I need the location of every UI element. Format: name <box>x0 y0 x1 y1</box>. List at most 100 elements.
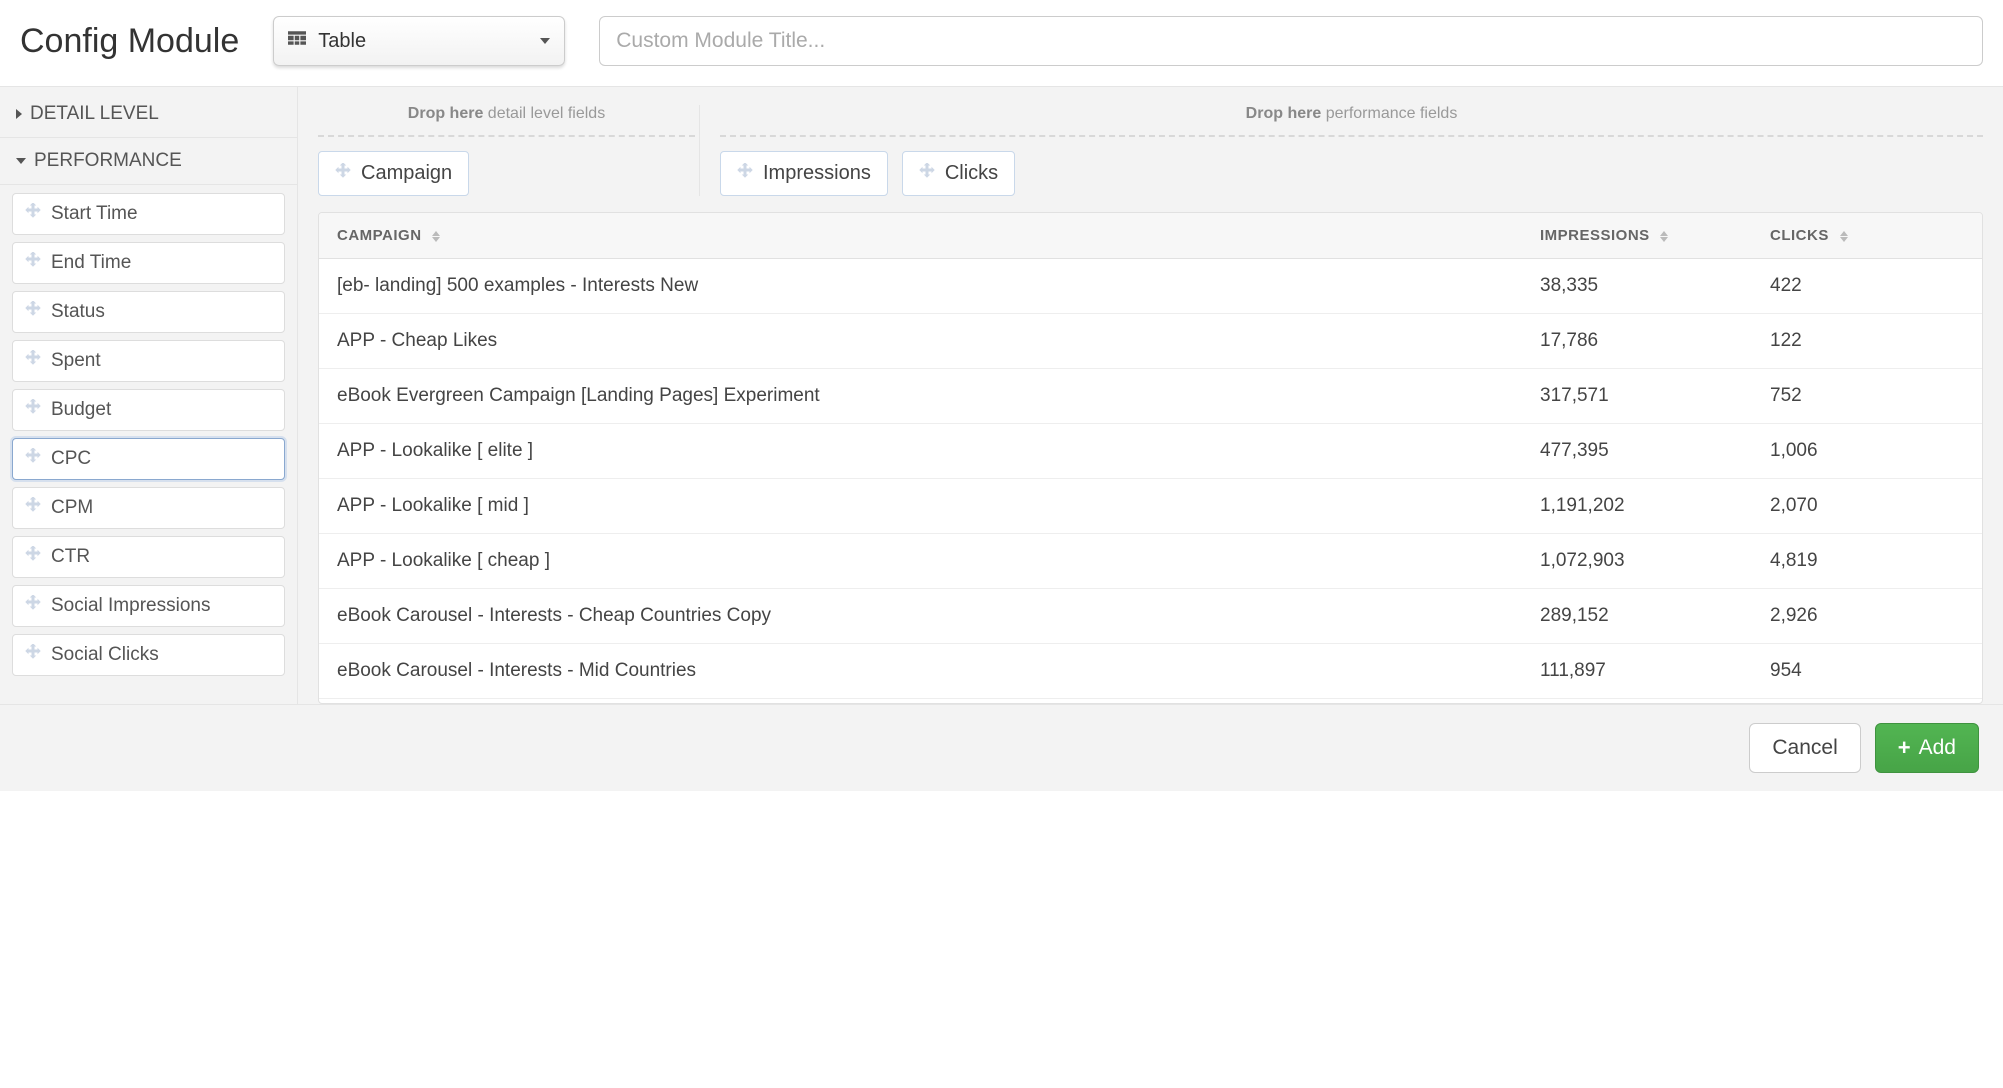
module-type-select[interactable]: Table <box>273 16 565 66</box>
move-icon <box>919 162 935 185</box>
field-pill-label: Social Impressions <box>51 595 210 617</box>
move-icon <box>25 595 41 617</box>
table-row[interactable]: APP - Lookalike [ cheap ]1,072,9034,819 <box>319 534 1982 589</box>
field-pill-label: Social Clicks <box>51 644 159 666</box>
module-type-select-label: Table <box>318 30 366 53</box>
field-pill-label: Spent <box>51 350 101 372</box>
performance-field-list: Start Time End Time Status Spent Budget CPC CP… <box>0 185 297 676</box>
chevron-down-icon <box>16 158 26 164</box>
field-pill[interactable]: CPM <box>12 487 285 529</box>
cell-campaign: APP - Lookalike [ mid ] <box>319 479 1522 534</box>
cell-campaign: APP - Lookalike [ cheap ] <box>319 534 1522 589</box>
move-icon <box>25 644 41 666</box>
field-pill[interactable]: CPC <box>12 438 285 480</box>
cell-impressions: 289,152 <box>1522 589 1752 644</box>
dropzone-detail-label: Drop here detail level fields <box>318 105 695 137</box>
move-icon <box>25 350 41 372</box>
drop-chip[interactable]: Campaign <box>318 151 469 196</box>
cell-clicks: 1,006 <box>1752 424 1982 479</box>
move-icon <box>25 252 41 274</box>
move-icon <box>737 162 753 185</box>
cell-impressions: 1,072,903 <box>1522 534 1752 589</box>
table-row[interactable]: eBook Evergreen Campaign [Landing Pages]… <box>319 369 1982 424</box>
cell-campaign: APP - Lookalike [ elite ] <box>319 424 1522 479</box>
sidebar-section-label: PERFORMANCE <box>34 150 182 172</box>
content: Drop here detail level fields Campaign D… <box>298 87 2003 704</box>
cell-impressions: 38,335 <box>1522 259 1752 314</box>
dropzone-performance[interactable]: Drop here performance fields Impressions… <box>699 105 1983 196</box>
move-icon <box>25 448 41 470</box>
sidebar[interactable]: DETAIL LEVEL PERFORMANCE Start Time End T… <box>0 87 298 704</box>
move-icon <box>25 497 41 519</box>
field-pill[interactable]: End Time <box>12 242 285 284</box>
main: DETAIL LEVEL PERFORMANCE Start Time End T… <box>0 86 2003 704</box>
move-icon <box>25 203 41 225</box>
field-pill-label: Start Time <box>51 203 138 225</box>
move-icon <box>25 546 41 568</box>
cell-impressions: 111,897 <box>1522 644 1752 699</box>
footer: Cancel + Add <box>0 704 2003 791</box>
cell-campaign: [eb- landing] 500 examples - Interests N… <box>319 259 1522 314</box>
field-pill[interactable]: Budget <box>12 389 285 431</box>
module-type-select-wrapper: Table <box>273 16 565 66</box>
drop-chip[interactable]: Clicks <box>902 151 1015 196</box>
plus-icon: + <box>1898 737 1911 759</box>
module-title-input[interactable] <box>599 16 1983 66</box>
table-row[interactable]: [eb- landing] 500 examples - Interests N… <box>319 259 1982 314</box>
field-pill[interactable]: Start Time <box>12 193 285 235</box>
cell-clicks: 2,926 <box>1752 589 1982 644</box>
cell-clicks: 2,070 <box>1752 479 1982 534</box>
field-pill[interactable]: Social Clicks <box>12 634 285 676</box>
chevron-down-icon <box>540 38 550 44</box>
cell-campaign: eBook Carousel - Interests - Cheap Count… <box>319 589 1522 644</box>
sort-icon <box>1660 231 1668 242</box>
cell-impressions: 17,786 <box>1522 314 1752 369</box>
sort-icon <box>1840 231 1848 242</box>
data-table-wrapper[interactable]: CAMPAIGN IMPRESSIONS CLICKS [eb- l <box>318 212 1983 704</box>
table-row[interactable]: eBook Carousel - Interests - Mid Countri… <box>319 644 1982 699</box>
cell-campaign: eBook Carousel - Interests - Mid Countri… <box>319 644 1522 699</box>
field-pill[interactable]: Spent <box>12 340 285 382</box>
table-row[interactable]: APP - Cheap Likes17,786122 <box>319 314 1982 369</box>
drop-chip-label: Campaign <box>361 162 452 185</box>
cancel-button[interactable]: Cancel <box>1749 723 1860 773</box>
dropzone-perf-label: Drop here performance fields <box>720 105 1983 137</box>
cell-impressions: 477,395 <box>1522 424 1752 479</box>
header: Config Module Table <box>0 0 2003 86</box>
add-button[interactable]: + Add <box>1875 723 1979 773</box>
cell-campaign: APP - Cheap Likes <box>319 314 1522 369</box>
field-pill-label: Status <box>51 301 105 323</box>
sidebar-section-detail-level[interactable]: DETAIL LEVEL <box>0 87 297 138</box>
table-row[interactable]: APP - Lookalike [ mid ]1,191,2022,070 <box>319 479 1982 534</box>
table-header-campaign[interactable]: CAMPAIGN <box>319 213 1522 259</box>
field-pill[interactable]: Status <box>12 291 285 333</box>
cell-clicks: 752 <box>1752 369 1982 424</box>
move-icon <box>335 162 351 185</box>
cell-clicks: 422 <box>1752 259 1982 314</box>
drop-chip[interactable]: Impressions <box>720 151 888 196</box>
move-icon <box>25 301 41 323</box>
table-header-impressions[interactable]: IMPRESSIONS <box>1522 213 1752 259</box>
field-pill-label: CTR <box>51 546 90 568</box>
dropzone-detail-level[interactable]: Drop here detail level fields Campaign <box>318 105 695 196</box>
field-pill[interactable]: Social Impressions <box>12 585 285 627</box>
drop-chip-label: Clicks <box>945 162 998 185</box>
table-row[interactable]: eBook Carousel - Interests - Cheap Count… <box>319 589 1982 644</box>
cell-impressions: 317,571 <box>1522 369 1752 424</box>
data-table: CAMPAIGN IMPRESSIONS CLICKS [eb- l <box>319 213 1982 699</box>
sidebar-section-performance[interactable]: PERFORMANCE <box>0 138 297 185</box>
cell-impressions: 1,191,202 <box>1522 479 1752 534</box>
cell-clicks: 122 <box>1752 314 1982 369</box>
field-pill-label: CPC <box>51 448 91 470</box>
dropzone-perf-chips: Impressions Clicks <box>720 151 1983 196</box>
table-header-clicks[interactable]: CLICKS <box>1752 213 1982 259</box>
dropzone-detail-chips: Campaign <box>318 151 695 196</box>
drop-chip-label: Impressions <box>763 162 871 185</box>
cell-clicks: 954 <box>1752 644 1982 699</box>
table-row[interactable]: APP - Lookalike [ elite ]477,3951,006 <box>319 424 1982 479</box>
cell-campaign: eBook Evergreen Campaign [Landing Pages]… <box>319 369 1522 424</box>
sort-icon <box>432 231 440 242</box>
page-title: Config Module <box>20 22 239 61</box>
field-pill-label: End Time <box>51 252 131 274</box>
field-pill[interactable]: CTR <box>12 536 285 578</box>
